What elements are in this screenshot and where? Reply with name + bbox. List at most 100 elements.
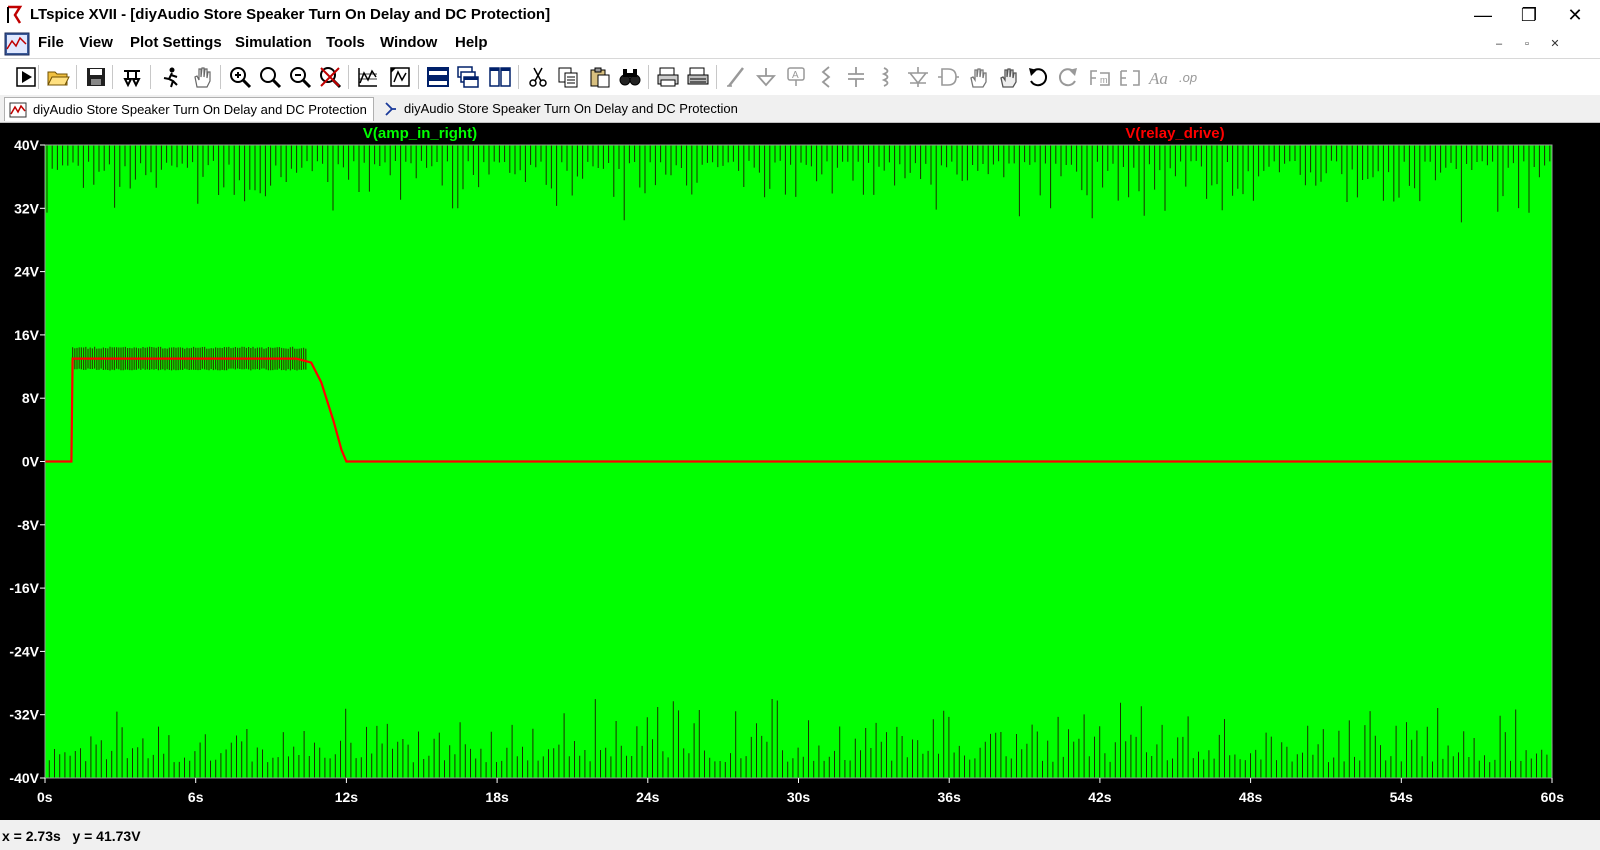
tab-waveform[interactable]: diyAudio Store Speaker Turn On Delay and… [4,97,374,121]
text-icon[interactable]: Aa [1148,65,1172,89]
toolbar-separator [112,65,113,89]
legend-amp-in-right[interactable]: V(amp_in_right) [363,125,477,142]
wire-icon[interactable] [724,65,748,89]
zoom-out-icon[interactable] [288,65,312,89]
x-tick-label: 48s [1239,789,1263,805]
window-title: LTspice XVII - [diyAudio Store Speaker T… [30,6,551,23]
zoom-in-icon[interactable] [228,65,252,89]
control-panel-icon[interactable] [120,65,144,89]
resistor-icon[interactable] [814,65,838,89]
mdi-restore-button[interactable]: ▫ [1516,34,1538,54]
menu-help[interactable]: Help [455,34,488,51]
x-tick-label: 0s [37,789,53,805]
menu-view[interactable]: View [79,34,113,51]
zoom-icon[interactable] [258,65,282,89]
y-tick-label: 40V [14,137,40,153]
close-button[interactable]: ✕ [1552,0,1598,30]
x-tick-label: 18s [485,789,509,805]
svg-text:.op: .op [1179,70,1197,85]
undo-icon[interactable] [1026,65,1050,89]
component-icon[interactable] [936,65,960,89]
minimize-button[interactable]: — [1460,0,1506,30]
waveform-plot-pane[interactable]: 40V 32V 24V 16V 8V 0V -8V -16V -24V -32V -40V 0s 6s 1… [0,123,1600,820]
menu-plot-settings[interactable]: Plot Settings [130,34,222,51]
move-icon[interactable] [966,65,990,89]
tab-schematic[interactable]: diyAudio Store Speaker Turn On Delay and… [378,97,742,120]
toolbar: Am Aa .op [0,58,1600,96]
redo-icon[interactable] [1056,65,1080,89]
mirror-icon[interactable] [1118,65,1142,89]
menu-window[interactable]: Window [380,34,437,51]
open-icon[interactable] [46,65,70,89]
autorange-icon[interactable] [356,65,380,89]
maximize-button[interactable]: ❐ [1506,0,1552,30]
svg-text:Aa: Aa [1148,69,1168,88]
x-tick-label: 6s [188,789,204,805]
drag-icon[interactable] [996,65,1020,89]
run-icon[interactable] [14,65,38,89]
tab-schematic-label: diyAudio Store Speaker Turn On Delay and… [404,101,738,116]
title-bar: LTspice XVII - [diyAudio Store Speaker T… [0,0,1600,30]
y-tick-label: -16V [9,580,39,596]
x-tick-label: 30s [787,789,811,805]
y-tick-label: -24V [9,643,39,659]
mark-icon[interactable] [388,65,412,89]
toolbar-separator [348,65,349,89]
x-tick-label: 54s [1390,789,1414,805]
x-tick-label: 12s [335,789,359,805]
mdi-close-button[interactable]: ✕ [1544,34,1566,54]
toolbar-separator [76,65,77,89]
zoom-cancel-icon[interactable] [318,65,342,89]
capacitor-icon[interactable] [844,65,868,89]
status-bar: x = 2.73s y = 41.73V [0,820,1600,850]
toolbar-separator [648,65,649,89]
menu-tools[interactable]: Tools [326,34,365,51]
schematic-doc-icon [385,101,396,116]
menu-bar: File View Plot Settings Simulation Tools… [0,30,1600,57]
y-tick-label: 24V [14,264,40,280]
x-tick-label: 24s [636,789,660,805]
toolbar-separator [518,65,519,89]
label-icon[interactable]: A [784,65,808,89]
spice-directive-icon[interactable]: .op [1178,65,1202,89]
pan-icon[interactable] [190,65,214,89]
y-tick-label: 32V [14,200,40,216]
tile-horizontal-icon[interactable] [426,65,450,89]
toolbar-separator [716,65,717,89]
y-tick-label: 0V [22,454,40,470]
cascade-icon[interactable] [456,65,480,89]
y-tick-label: -32V [9,707,39,723]
print-icon[interactable] [656,65,680,89]
menu-file[interactable]: File [38,34,64,51]
print-setup-icon[interactable] [686,65,710,89]
halt-icon[interactable] [158,65,182,89]
legend-relay-drive[interactable]: V(relay_drive) [1125,125,1224,142]
ground-icon[interactable] [754,65,778,89]
svg-text:m: m [1100,75,1108,85]
mdi-minimize-button[interactable]: – [1488,34,1510,54]
svg-text:A: A [792,70,799,81]
x-tick-label: 42s [1088,789,1112,805]
waveform-plot[interactable]: 40V 32V 24V 16V 8V 0V -8V -16V -24V -32V -40V 0s 6s 1… [0,123,1600,820]
y-tick-label: -40V [9,770,39,786]
x-tick-label: 60s [1541,789,1565,805]
find-icon[interactable] [618,65,642,89]
menu-simulation[interactable]: Simulation [235,34,312,51]
waveform-doc-icon [9,102,27,117]
y-tick-label: 16V [14,327,40,343]
copy-icon[interactable] [556,65,580,89]
toolbar-separator [150,65,151,89]
ltspice-app-icon[interactable] [6,5,24,25]
x-tick-label: 36s [938,789,962,805]
inductor-icon[interactable] [874,65,898,89]
document-tab-bar: diyAudio Store Speaker Turn On Delay and… [0,95,1600,123]
toolbar-separator [38,65,39,89]
tile-vertical-icon[interactable] [488,65,512,89]
paste-icon[interactable] [588,65,612,89]
diode-icon[interactable] [906,65,930,89]
toolbar-separator [418,65,419,89]
save-icon[interactable] [84,65,108,89]
cut-icon[interactable] [526,65,550,89]
rotate-icon[interactable]: m [1088,65,1112,89]
waveform-doc-icon[interactable] [4,32,30,56]
